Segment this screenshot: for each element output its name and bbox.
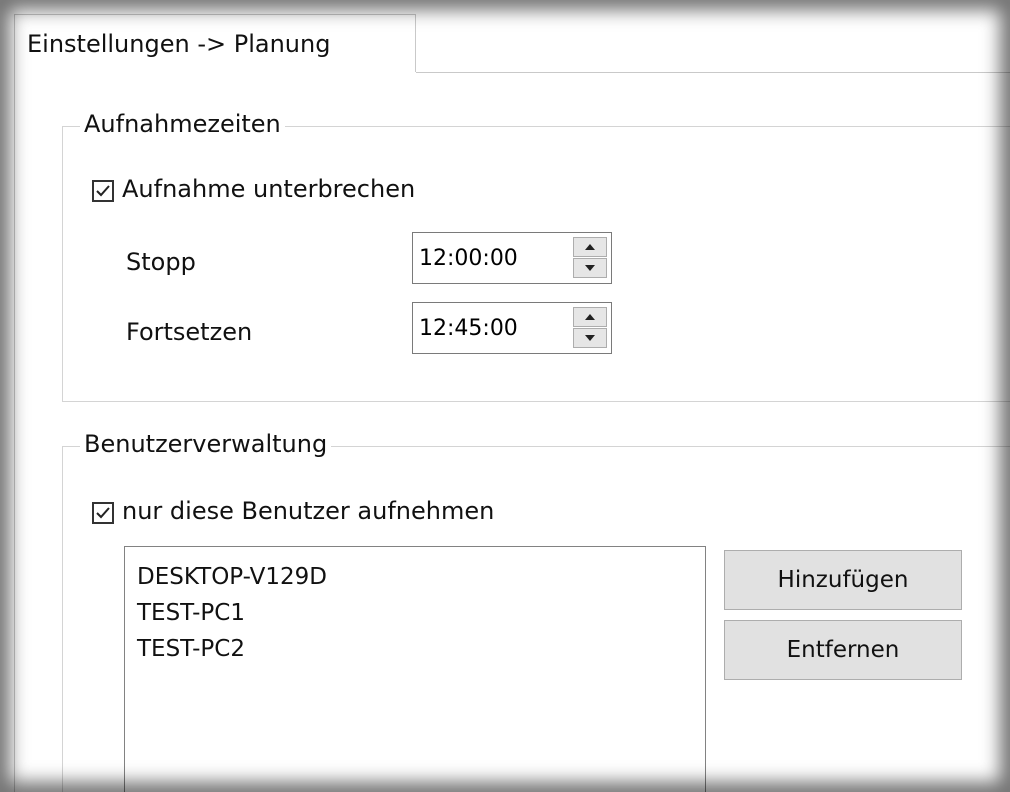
users-listbox[interactable]: DESKTOP-V129D TEST-PC1 TEST-PC2 — [124, 546, 706, 792]
stop-time-down-button[interactable] — [573, 258, 607, 278]
only-these-users-checkbox[interactable] — [92, 502, 114, 524]
add-user-button[interactable]: Hinzufügen — [724, 550, 962, 610]
user-management-legend: Benutzerverwaltung — [80, 430, 332, 458]
spin-up-icon — [585, 244, 595, 250]
stop-time-up-button[interactable] — [573, 237, 607, 257]
checkmark-icon — [96, 507, 110, 519]
stop-time-label: Stopp — [126, 248, 196, 276]
stop-time-spinner[interactable] — [412, 232, 612, 284]
resume-time-down-button[interactable] — [573, 328, 607, 348]
list-item[interactable]: TEST-PC2 — [125, 631, 705, 667]
spin-down-icon — [585, 265, 595, 271]
list-item[interactable]: TEST-PC1 — [125, 595, 705, 631]
tab-content-border — [14, 72, 15, 792]
resume-time-label: Fortsetzen — [126, 318, 253, 346]
resume-time-input[interactable] — [419, 313, 559, 343]
list-item[interactable]: DESKTOP-V129D — [125, 559, 705, 595]
resume-time-up-button[interactable] — [573, 307, 607, 327]
only-these-users-label[interactable]: nur diese Benutzer aufnehmen — [122, 497, 494, 525]
stop-time-spin-buttons — [573, 237, 607, 279]
tab-strip-divider — [416, 72, 1010, 73]
spin-up-icon — [585, 314, 595, 320]
tab-planung[interactable]: Einstellungen -> Planung — [14, 14, 416, 72]
stop-time-input[interactable] — [419, 243, 559, 273]
resume-time-spin-buttons — [573, 307, 607, 349]
interrupt-recording-label[interactable]: Aufnahme unterbrechen — [122, 175, 415, 203]
tab-label: Einstellungen -> Planung — [27, 30, 331, 58]
spin-down-icon — [585, 335, 595, 341]
resume-time-spinner[interactable] — [412, 302, 612, 354]
recording-times-legend: Aufnahmezeiten — [80, 110, 285, 138]
remove-user-button[interactable]: Entfernen — [724, 620, 962, 680]
checkmark-icon — [96, 185, 110, 197]
interrupt-recording-checkbox[interactable] — [92, 180, 114, 202]
